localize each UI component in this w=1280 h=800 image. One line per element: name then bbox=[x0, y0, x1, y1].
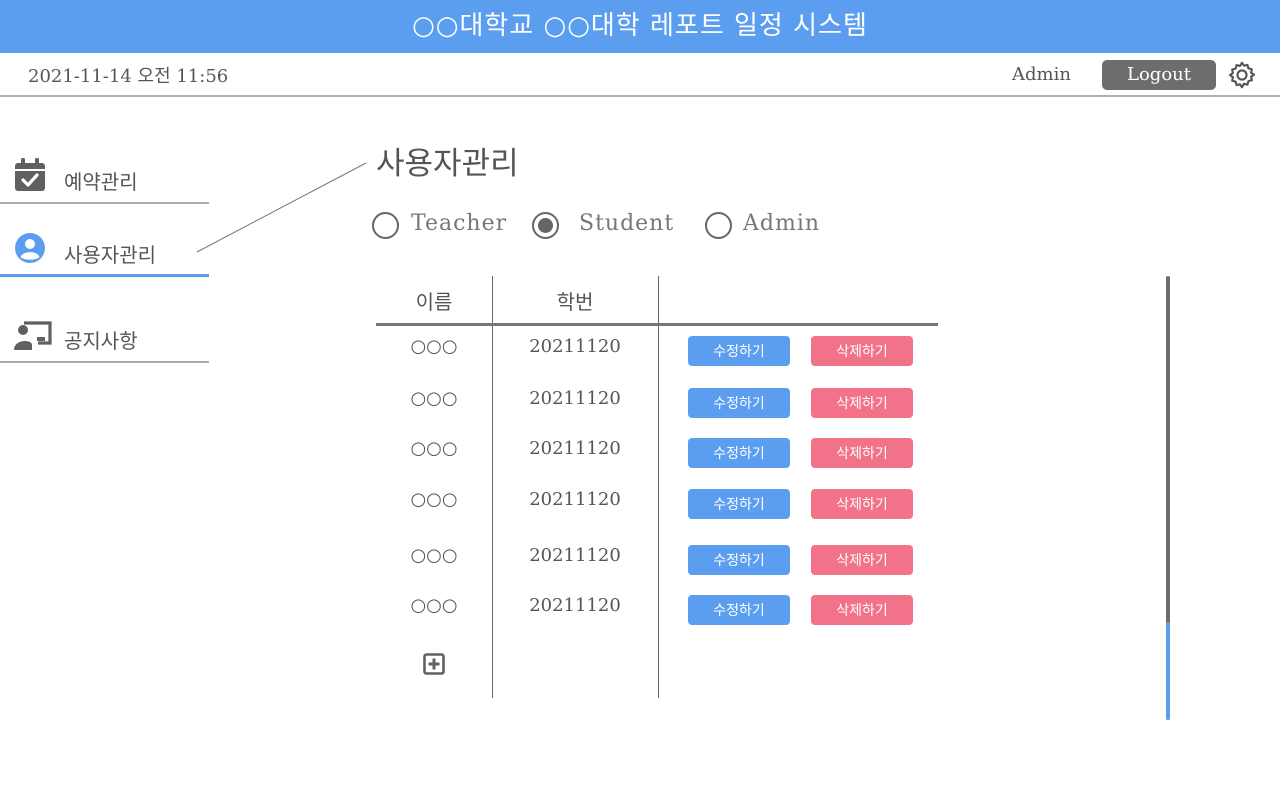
edit-button[interactable]: 수정하기 bbox=[688, 489, 790, 519]
edit-button[interactable]: 수정하기 bbox=[688, 545, 790, 575]
edit-button[interactable]: 수정하기 bbox=[688, 438, 790, 468]
plus-square-icon[interactable] bbox=[423, 653, 445, 675]
delete-button[interactable]: 삭제하기 bbox=[811, 545, 913, 575]
radio-circle[interactable] bbox=[705, 212, 732, 239]
edit-button[interactable]: 수정하기 bbox=[688, 388, 790, 418]
sidebar-item-users[interactable]: 사용자관리 bbox=[0, 213, 209, 277]
column-header-name: 이름 bbox=[415, 290, 453, 314]
table-row: ○○○ 20211120 수정하기 삭제하기 bbox=[376, 545, 938, 575]
radio-selected-dot bbox=[538, 218, 553, 233]
scrollbar-thumb[interactable] bbox=[1166, 622, 1170, 720]
app-title-bar: ○○대학교 ○○대학 레포트 일정 시스템 bbox=[0, 0, 1280, 53]
edit-button[interactable]: 수정하기 bbox=[688, 595, 790, 625]
page-title: 사용자관리 bbox=[376, 146, 519, 182]
radio-label: Admin bbox=[743, 211, 821, 236]
presentation-icon bbox=[14, 321, 52, 350]
cell-name: ○○○ bbox=[410, 388, 458, 409]
current-user: Admin bbox=[1012, 64, 1071, 85]
sidebar-item-label: 예약관리 bbox=[64, 170, 138, 194]
scrollbar[interactable] bbox=[1166, 276, 1170, 720]
cell-student-id: 20211120 bbox=[529, 489, 621, 510]
cell-student-id: 20211120 bbox=[529, 438, 621, 459]
table-row: ○○○ 20211120 수정하기 삭제하기 bbox=[376, 336, 938, 366]
sidebar-item-notices[interactable]: 공지사항 bbox=[0, 299, 209, 363]
user-circle-icon bbox=[15, 233, 45, 263]
cell-student-id: 20211120 bbox=[529, 595, 621, 616]
cell-student-id: 20211120 bbox=[529, 336, 621, 357]
radio-circle[interactable] bbox=[372, 212, 399, 239]
table-row: ○○○ 20211120 수정하기 삭제하기 bbox=[376, 595, 938, 625]
delete-button[interactable]: 삭제하기 bbox=[811, 388, 913, 418]
radio-label: Student bbox=[579, 211, 675, 236]
app-title: ○○대학교 ○○대학 레포트 일정 시스템 bbox=[412, 11, 868, 41]
delete-button[interactable]: 삭제하기 bbox=[811, 336, 913, 366]
table-row: ○○○ 20211120 수정하기 삭제하기 bbox=[376, 438, 938, 468]
table-row: ○○○ 20211120 수정하기 삭제하기 bbox=[376, 388, 938, 418]
top-bar: 2021-11-14 오전 11:56 Admin Logout bbox=[0, 53, 1280, 97]
table-row: ○○○ 20211120 수정하기 삭제하기 bbox=[376, 489, 938, 519]
calendar-check-icon bbox=[15, 158, 45, 191]
cell-name: ○○○ bbox=[410, 336, 458, 357]
cell-student-id: 20211120 bbox=[529, 388, 621, 409]
cell-student-id: 20211120 bbox=[529, 545, 621, 566]
header-divider bbox=[376, 323, 938, 326]
cell-name: ○○○ bbox=[410, 595, 458, 616]
cell-name: ○○○ bbox=[410, 545, 458, 566]
datetime: 2021-11-14 오전 11:56 bbox=[28, 66, 229, 87]
delete-button[interactable]: 삭제하기 bbox=[811, 438, 913, 468]
radio-label: Teacher bbox=[411, 211, 508, 236]
gear-icon[interactable] bbox=[1226, 59, 1258, 91]
sidebar-item-reservations[interactable]: 예약관리 bbox=[0, 140, 209, 204]
cell-name: ○○○ bbox=[410, 489, 458, 510]
sidebar-item-label: 사용자관리 bbox=[64, 243, 156, 267]
user-table: 이름 학번 ○○○ 20211120 수정하기 삭제하기 ○○○ 2021112… bbox=[376, 276, 938, 698]
logout-button[interactable]: Logout bbox=[1102, 60, 1216, 90]
sidebar-item-label: 공지사항 bbox=[64, 329, 138, 353]
delete-button[interactable]: 삭제하기 bbox=[811, 489, 913, 519]
column-header-student-id: 학번 bbox=[556, 290, 594, 314]
cell-name: ○○○ bbox=[410, 438, 458, 459]
delete-button[interactable]: 삭제하기 bbox=[811, 595, 913, 625]
edit-button[interactable]: 수정하기 bbox=[688, 336, 790, 366]
